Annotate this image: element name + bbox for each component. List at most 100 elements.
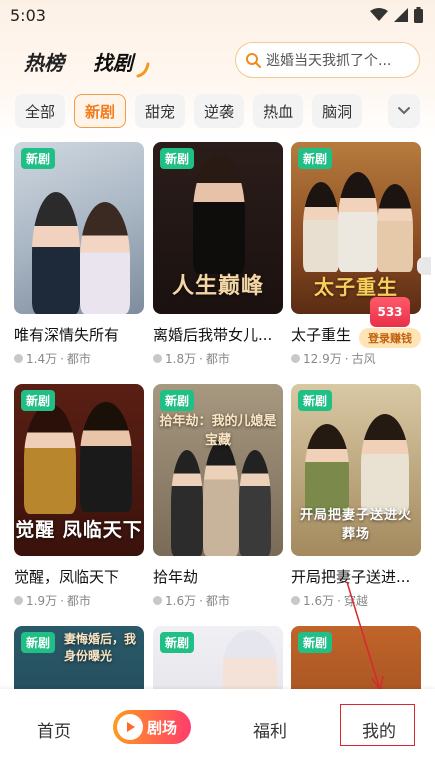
poster-title-art: 太子重生 — [314, 275, 398, 299]
poster-figure — [203, 440, 239, 556]
poster-figure — [338, 172, 378, 272]
drama-poster[interactable]: 新剧 太子重生 — [291, 142, 421, 314]
chip-action[interactable]: 热血 — [253, 94, 304, 128]
new-badge: 新剧 — [160, 632, 195, 653]
drama-views: 12.9万 — [303, 352, 342, 366]
chip-all[interactable]: 全部 — [15, 94, 66, 128]
side-drawer-handle[interactable] — [417, 257, 431, 275]
drama-meta: 1.9万 · 都市 — [14, 592, 144, 609]
poster-title-art: 觉醒 凤临天下 — [15, 519, 143, 541]
poster-figure — [303, 182, 339, 272]
drama-poster[interactable]: 新剧 拾年劫：我的儿媳是宝藏 — [153, 384, 283, 556]
drama-card[interactable]: 新剧 拾年劫：我的儿媳是宝藏 拾年劫 1.6万 · 都市 — [153, 384, 283, 609]
meta-separator: · — [337, 593, 341, 608]
poster-title-art: 妻悔婚后，我身份曝光 — [64, 632, 137, 663]
chevron-down-icon — [398, 107, 410, 115]
views-icon — [291, 354, 300, 363]
drama-card[interactable]: 新剧 觉醒 凤临天下 觉醒，凤临天下 1.9万 · 都市 — [14, 384, 144, 609]
chip-fantasy[interactable]: 脑洞 — [312, 94, 363, 128]
wifi-icon — [370, 8, 388, 21]
expand-categories-button[interactable] — [388, 94, 420, 128]
new-badge: 新剧 — [21, 148, 56, 169]
category-chips: 全部 新剧 甜宠 逆袭 热血 脑洞 — [15, 94, 363, 128]
nav-home[interactable]: 首页 — [37, 717, 71, 742]
drama-card[interactable]: 新剧 开局把妻子送进火葬场 开局把妻子送进... 1.6万 · 穿越 — [291, 384, 421, 609]
new-badge: 新剧 — [160, 148, 195, 169]
poster-title-art: 人生巅峰 — [171, 273, 264, 299]
new-badge: 新剧 — [21, 632, 56, 653]
chip-new[interactable]: 新剧 — [74, 94, 127, 128]
poster-figure — [193, 154, 245, 274]
poster-figure — [361, 414, 409, 514]
drama-genre: 古风 — [351, 352, 376, 366]
reward-label: 登录赚钱 — [359, 328, 421, 348]
drama-title: 离婚后我带女儿... — [153, 326, 273, 344]
drama-card[interactable]: 新剧 唯有深情失所有 1.4万 · 都市 — [14, 142, 144, 367]
meta-separator: · — [199, 351, 203, 366]
nav-theater[interactable]: 剧场 — [113, 710, 191, 744]
new-badge: 新剧 — [160, 390, 195, 411]
meta-separator: · — [199, 593, 203, 608]
drama-poster[interactable]: 新剧 觉醒 凤临天下 — [14, 384, 144, 556]
drama-views: 1.9万 — [26, 594, 58, 608]
poster-figure — [80, 202, 130, 314]
status-icons — [370, 7, 423, 23]
poster-figure — [305, 424, 349, 514]
drama-genre: 穿越 — [343, 594, 368, 608]
poster-title-art: 开局把妻子送进火葬场 — [299, 508, 412, 542]
views-icon — [291, 596, 300, 605]
chip-sweet[interactable]: 甜宠 — [135, 94, 186, 128]
drama-views: 1.6万 — [303, 594, 335, 608]
drama-views: 1.4万 — [26, 352, 58, 366]
battery-icon — [414, 7, 423, 23]
drama-views: 1.8万 — [165, 352, 197, 366]
drama-title: 唯有深情失所有 — [14, 326, 120, 344]
status-bar: 5:03 — [0, 0, 435, 32]
drama-poster[interactable]: 新剧 人生巅峰 — [153, 142, 283, 314]
new-badge: 新剧 — [298, 148, 333, 169]
drama-meta: 1.6万 · 穿越 — [291, 592, 421, 609]
poster-figure — [24, 404, 76, 514]
drama-genre: 都市 — [66, 352, 91, 366]
new-badge: 新剧 — [21, 390, 56, 411]
annotation-highlight-box — [340, 704, 415, 746]
chip-comeback[interactable]: 逆袭 — [194, 94, 245, 128]
drama-meta: 1.8万 · 都市 — [153, 350, 283, 367]
drama-title: 拾年劫 — [153, 568, 199, 586]
drama-poster[interactable]: 新剧 开局把妻子送进火葬场 — [291, 384, 421, 556]
poster-title-art: 拾年劫：我的儿媳是宝藏 — [159, 414, 277, 448]
search-placeholder: 逃婚当天我抓了个... — [266, 53, 392, 69]
tab-hot-list[interactable]: 热榜 — [24, 47, 64, 76]
new-badge: 新剧 — [298, 390, 333, 411]
poster-figure — [80, 402, 132, 512]
drama-genre: 都市 — [205, 594, 230, 608]
nav-theater-label: 剧场 — [147, 718, 178, 737]
signal-icon — [394, 8, 408, 22]
drama-title: 觉醒，凤临天下 — [14, 568, 120, 586]
play-icon — [117, 714, 143, 740]
search-input[interactable]: 逃婚当天我抓了个... — [235, 42, 420, 78]
views-icon — [14, 354, 23, 363]
drama-views: 1.6万 — [165, 594, 197, 608]
reward-count: 533 — [377, 305, 403, 319]
poster-figure — [171, 450, 203, 556]
drama-meta: 1.6万 · 都市 — [153, 592, 283, 609]
drama-poster[interactable]: 新剧 — [14, 142, 144, 314]
login-reward-widget[interactable]: 533 登录赚钱 — [359, 297, 421, 348]
drama-meta: 12.9万 · 古风 — [291, 350, 421, 367]
views-icon — [153, 354, 162, 363]
search-icon — [246, 53, 261, 68]
active-tab-indicator — [136, 62, 150, 78]
drama-genre: 都市 — [205, 352, 230, 366]
drama-genre: 都市 — [66, 594, 91, 608]
nav-welfare[interactable]: 福利 — [253, 717, 287, 742]
tab-find-drama[interactable]: 找剧 — [93, 47, 133, 76]
poster-figure — [32, 192, 80, 314]
views-icon — [153, 596, 162, 605]
drama-card[interactable]: 新剧 人生巅峰 离婚后我带女儿... 1.8万 · 都市 — [153, 142, 283, 367]
poster-figure — [239, 450, 271, 556]
status-time: 5:03 — [10, 6, 46, 25]
drama-meta: 1.4万 · 都市 — [14, 350, 144, 367]
meta-separator: · — [344, 351, 349, 366]
meta-separator: · — [60, 593, 64, 608]
